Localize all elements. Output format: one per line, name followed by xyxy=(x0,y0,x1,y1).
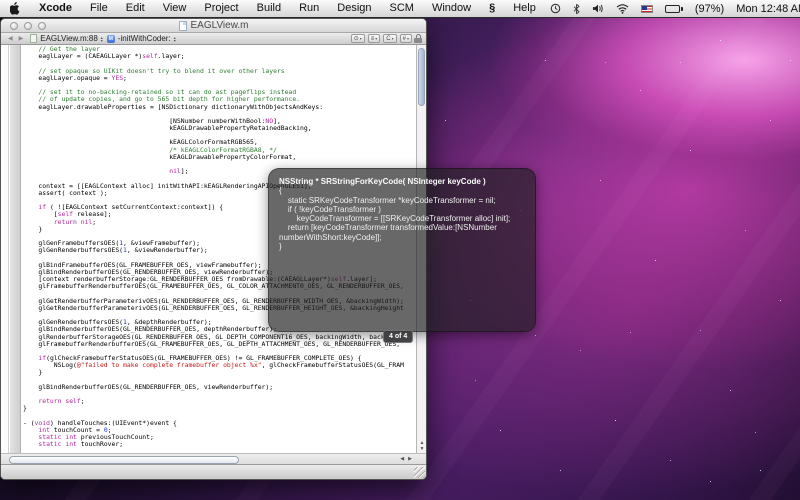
scroll-down-arrow[interactable]: ▼ xyxy=(420,446,425,452)
back-button[interactable]: ◀ xyxy=(5,35,16,42)
menu-bar: XcodeFileEditViewProjectBuildRunDesignSC… xyxy=(0,0,800,18)
window-bottom-bar xyxy=(1,464,426,479)
battery-icon[interactable] xyxy=(660,0,688,17)
menu-item-file[interactable]: File xyxy=(81,0,117,17)
apple-menu-icon[interactable] xyxy=(0,2,30,15)
menu-items: XcodeFileEditViewProjectBuildRunDesignSC… xyxy=(30,0,480,17)
code-line: { xyxy=(279,186,525,195)
code-line: kEAGLDrawablePropertyColorFormat, xyxy=(23,154,416,161)
included-files-menu-button[interactable]: #▾ xyxy=(400,34,412,43)
code-line: } xyxy=(279,242,525,251)
code-line: return [keyCodeTransformer transformedVa… xyxy=(279,223,525,232)
editor-navigation-bar: ◀ ▶ EAGLView.m:88 ▴▾ M -initWithCoder: ▴… xyxy=(1,33,426,45)
method-popup[interactable]: M -initWithCoder: ▴▾ xyxy=(107,34,176,43)
menu-item-edit[interactable]: Edit xyxy=(117,0,154,17)
forward-button[interactable]: ▶ xyxy=(16,35,27,42)
lock-icon[interactable] xyxy=(414,34,422,43)
chevron-updown-icon: ▴▾ xyxy=(101,36,103,42)
menu-item-view[interactable]: View xyxy=(154,0,196,17)
menu-item-design[interactable]: Design xyxy=(328,0,380,17)
code-line: glFramebufferRenderbufferOES(GL_FRAMEBUF… xyxy=(23,341,416,348)
horizontal-scroll-thumb[interactable] xyxy=(9,456,239,464)
code-line: static int touchRover; xyxy=(23,441,416,448)
battery-percentage[interactable]: (97%) xyxy=(690,3,729,15)
focus-ribbon xyxy=(10,45,21,453)
tooltip-text: NSString * SRStringForKeyCode( NSInteger… xyxy=(279,177,525,251)
close-button[interactable] xyxy=(10,22,18,30)
find-match-count-badge: 4 of 4 xyxy=(383,330,413,343)
wifi-icon[interactable] xyxy=(611,0,634,17)
input-source-flag-icon[interactable] xyxy=(636,0,658,17)
code-line: eaglLayer.drawableProperties = [NSDictio… xyxy=(23,104,416,111)
breakpoints-menu-button[interactable]: ≡▾ xyxy=(368,34,381,43)
class-hierarchy-menu-button[interactable]: C▾ xyxy=(383,34,396,43)
file-popup[interactable]: EAGLView.m:88 ▴▾ xyxy=(30,34,103,43)
scroll-right-arrow[interactable]: ▶ xyxy=(408,456,412,462)
menu-item-run[interactable]: Run xyxy=(290,0,328,17)
code-line: numberWithShort:keyCode]]; xyxy=(279,233,525,242)
breakpoint-gutter[interactable] xyxy=(1,45,9,453)
code-definition-tooltip: NSString * SRStringForKeyCode( NSInteger… xyxy=(268,168,536,332)
chevron-updown-icon: ▴▾ xyxy=(174,36,176,42)
code-line: if ( !keyCodeTransformer ) xyxy=(279,205,525,214)
code-line: eaglLayer = (CAEAGLLayer *)self.layer; xyxy=(23,53,416,60)
zoom-button[interactable] xyxy=(38,22,46,30)
method-popup-label: -initWithCoder: xyxy=(118,34,171,43)
file-icon xyxy=(30,34,37,43)
code-line: keyCodeTransformer = [[SRKeyCodeTransfor… xyxy=(279,214,525,223)
minimize-button[interactable] xyxy=(24,22,32,30)
time-machine-icon[interactable] xyxy=(545,0,566,17)
window-title-bar[interactable]: EAGLView.m xyxy=(1,19,426,33)
code-line: NSString * SRStringForKeyCode( NSInteger… xyxy=(279,177,525,186)
code-line: } xyxy=(23,369,416,376)
menu-item-build[interactable]: Build xyxy=(248,0,290,17)
method-icon: M xyxy=(107,35,115,43)
code-line: static SRKeyCodeTransformer *keyCodeTran… xyxy=(279,196,525,205)
scroll-left-arrow[interactable]: ◀ xyxy=(400,456,404,462)
code-line: glBindRenderbufferOES(GL_RENDERBUFFER_OE… xyxy=(23,384,416,391)
menu-bar-clock[interactable]: Mon 12:48 AM xyxy=(731,3,800,15)
file-popup-label: EAGLView.m:88 xyxy=(40,34,98,43)
window-title: EAGLView.m xyxy=(191,20,249,31)
script-menu-icon[interactable]: § xyxy=(480,0,504,17)
menu-item-scm[interactable]: SCM xyxy=(381,0,423,17)
bookmarks-menu-button[interactable]: ⊙▾ xyxy=(351,34,365,43)
code-line: NSLog(@"failed to make complete framebuf… xyxy=(23,362,416,369)
resize-grip[interactable] xyxy=(414,467,425,478)
code-line: kEAGLDrawablePropertyRetainedBacking, xyxy=(23,125,416,132)
volume-icon[interactable] xyxy=(587,0,609,17)
horizontal-scrollbar[interactable]: ◀ ▶ xyxy=(1,453,426,464)
code-line: } xyxy=(23,405,416,412)
menu-item-project[interactable]: Project xyxy=(195,0,247,17)
menu-item-xcode[interactable]: Xcode xyxy=(30,0,81,17)
menu-item-window[interactable]: Window xyxy=(423,0,480,17)
proxy-document-icon[interactable] xyxy=(179,21,187,31)
screen: XcodeFileEditViewProjectBuildRunDesignSC… xyxy=(0,0,800,500)
code-line: eaglLayer.opaque = YES; xyxy=(23,75,416,82)
vertical-scroll-thumb[interactable] xyxy=(418,48,425,106)
menu-item-help[interactable]: Help xyxy=(504,0,545,17)
code-line: return self; xyxy=(23,398,416,405)
bluetooth-icon[interactable] xyxy=(568,0,585,17)
